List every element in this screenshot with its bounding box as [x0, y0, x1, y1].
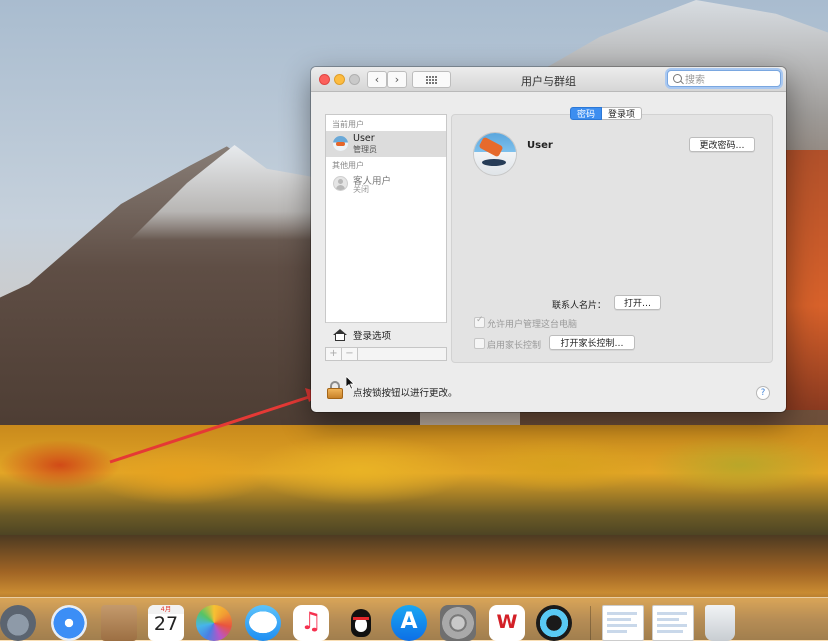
- user-name: User: [353, 133, 375, 144]
- document-icon[interactable]: [602, 605, 644, 641]
- allow-admin-label: 允许用户管理这台电脑: [487, 320, 578, 330]
- parental-controls-checkbox[interactable]: [474, 338, 485, 349]
- trash-icon[interactable]: [705, 605, 735, 641]
- add-remove-bar: + −: [325, 347, 447, 361]
- users-and-groups-window: ‹ › 用户与群组 搜索 当前用户 User 管理员 其他用户 客人用户 关闭 …: [311, 67, 786, 412]
- detail-username: User: [527, 140, 553, 151]
- open-contact-button[interactable]: 打开…: [614, 295, 661, 310]
- allow-admin-checkbox[interactable]: [474, 315, 485, 328]
- user-role: 管理员: [353, 145, 377, 154]
- photos-icon[interactable]: [196, 605, 232, 641]
- list-toolbar-spacer: [358, 347, 447, 361]
- launchpad-icon[interactable]: [0, 605, 36, 641]
- autumn-foliage: [0, 425, 828, 545]
- appstore-glyph: A: [400, 609, 418, 634]
- quicktime-icon[interactable]: [536, 605, 572, 641]
- add-user-button[interactable]: +: [325, 347, 342, 361]
- qq-icon[interactable]: [343, 605, 379, 641]
- notes-icon[interactable]: [101, 605, 137, 641]
- messages-icon[interactable]: [245, 605, 281, 641]
- dock-separator: [590, 606, 591, 640]
- document-icon[interactable]: [652, 605, 694, 641]
- title-bar: ‹ › 用户与群组 搜索: [311, 67, 786, 92]
- calendar-day: 27: [153, 613, 179, 635]
- music-icon[interactable]: ♫: [293, 605, 329, 641]
- other-users-label: 其他用户: [332, 161, 364, 170]
- wps-glyph: W: [496, 611, 518, 633]
- login-options-item[interactable]: 登录选项: [326, 322, 446, 347]
- wps-icon[interactable]: W: [489, 605, 525, 641]
- user-list: 当前用户 User 管理员 其他用户 客人用户 关闭 登录选项: [325, 114, 447, 342]
- current-users-label: 当前用户: [332, 120, 364, 129]
- search-icon: [673, 74, 682, 83]
- search-input[interactable]: 搜索: [667, 70, 781, 87]
- house-icon: [333, 329, 347, 341]
- search-placeholder: 搜索: [685, 75, 705, 86]
- user-row-admin[interactable]: User 管理员: [326, 131, 446, 157]
- calendar-icon[interactable]: 4月 27: [148, 605, 184, 641]
- help-button[interactable]: ?: [756, 386, 770, 400]
- login-options-label: 登录选项: [353, 331, 392, 342]
- tab-password[interactable]: 密码: [570, 107, 603, 120]
- user-row-guest[interactable]: 客人用户 关闭: [326, 171, 446, 197]
- safari-icon[interactable]: [51, 605, 87, 641]
- tab-login-items[interactable]: 登录项: [602, 107, 643, 120]
- change-password-button[interactable]: 更改密码…: [689, 137, 755, 152]
- lock-message: 点按锁按钮以进行更改。: [353, 388, 458, 399]
- lock-icon[interactable]: [327, 381, 345, 399]
- remove-user-button[interactable]: −: [342, 347, 358, 361]
- tab-bar: 密码 登录项: [570, 107, 643, 120]
- user-picture[interactable]: [474, 133, 516, 175]
- guest-status: 关闭: [353, 185, 369, 194]
- contact-card-label: 联系人名片：: [552, 301, 607, 311]
- user-avatar: [333, 136, 348, 151]
- mouse-cursor-icon: [346, 376, 355, 390]
- parental-controls-label: 启用家长控制: [487, 341, 542, 351]
- appstore-icon[interactable]: A: [391, 605, 427, 641]
- music-note-icon: ♫: [300, 607, 322, 635]
- autumn-slope: [780, 150, 828, 410]
- open-parental-controls-button[interactable]: 打开家长控制…: [549, 335, 635, 350]
- guest-avatar-icon: [333, 176, 348, 191]
- system-preferences-icon[interactable]: [440, 605, 476, 641]
